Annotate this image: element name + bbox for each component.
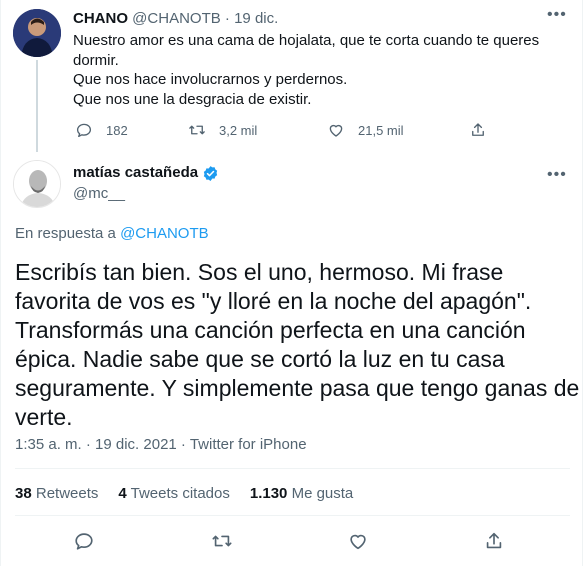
stat-label: Tweets citados [130, 485, 230, 502]
like-button[interactable]: 21,5 mil [327, 120, 404, 140]
author-handle[interactable]: @mc__ [73, 185, 125, 203]
reply-count: 182 [106, 122, 128, 138]
like-count: 21,5 mil [358, 122, 404, 138]
tweet-text-line: seguramente. Y simplemente pasa que teng… [15, 375, 580, 401]
tweet-text-line: Que nos une la desgracia de existir. [73, 90, 312, 108]
like-icon [329, 124, 343, 137]
like-button[interactable] [347, 530, 369, 552]
retweet-icon [212, 535, 232, 547]
stat-label: Me gusta [291, 485, 354, 502]
author-name[interactable]: CHANO [73, 10, 128, 27]
verified-badge-icon [203, 165, 218, 181]
share-button[interactable] [469, 120, 487, 140]
like-icon [350, 534, 366, 550]
stat-count: 38 [15, 485, 32, 502]
reply-prefix: En respuesta a [15, 225, 116, 242]
tweet-text-line: favorita de vos es "y lloré en la noche … [15, 288, 532, 314]
tweet-timestamp[interactable]: 1:35 a. m. · 19 dic. 2021 · Twitter for … [15, 436, 307, 454]
tweet-header: CHANO @CHANOTB · 19 dic. [73, 10, 278, 28]
reply-icon [76, 123, 92, 138]
retweet-count: 3,2 mil [219, 122, 258, 138]
divider [15, 515, 570, 516]
tweet-stats: 38 Retweets 4 Tweets citados 1.130 Me gu… [15, 485, 373, 503]
author-name[interactable]: matías castañeda [73, 164, 198, 182]
tweet-text-line: dormir. [73, 51, 119, 69]
author-handle[interactable]: @CHANOTB [132, 10, 221, 27]
tweet-text: Nuestro amor es una cama de hojalata, qu… [73, 31, 543, 109]
share-icon [486, 532, 502, 549]
more-icon[interactable]: ••• [547, 7, 567, 23]
stat-count: 4 [118, 485, 127, 502]
retweet-button[interactable]: 3,2 mil [188, 120, 257, 140]
avatar[interactable] [13, 160, 61, 208]
reply-icon [75, 533, 93, 550]
separator-dot: · [224, 10, 230, 27]
avatar[interactable] [13, 9, 61, 57]
thread-connector [36, 60, 38, 152]
retweets-stat[interactable]: 38 Retweets [15, 485, 98, 503]
tweet-text-line: Escribís tan bien. Sos el uno, hermoso. … [15, 259, 504, 285]
tweet-text-line: Que nos hace involucrarnos y perdernos. [73, 71, 348, 88]
stat-label: Retweets [35, 485, 99, 502]
tweet-date[interactable]: 19 dic. [234, 10, 278, 27]
divider [15, 468, 570, 469]
stat-count: 1.130 [249, 485, 288, 502]
tweet-text-line: verte. [15, 404, 73, 430]
share-button[interactable] [483, 530, 505, 552]
reply-button[interactable]: 182 [75, 120, 128, 140]
main-tweet: matías castañeda @mc__ ••• En respuesta … [1, 150, 583, 566]
more-icon[interactable]: ••• [547, 167, 567, 183]
tweet-actions: 182 3,2 mil 21,5 mil [73, 120, 503, 140]
retweet-button[interactable] [211, 530, 233, 552]
tweet-text: Escribís tan bien. Sos el uno, hermoso. … [15, 258, 580, 432]
quote-tweets-stat[interactable]: 4 Tweets citados [118, 485, 229, 503]
reply-handle-link[interactable]: @CHANOTB [120, 225, 209, 242]
share-icon [472, 123, 484, 136]
reply-context: En respuesta a @CHANOTB [15, 225, 209, 243]
tweet-text-line: épica. Nadie sabe que se cortó la luz en… [15, 346, 505, 372]
tweet-text-line: Transformás una canción perfecta en una … [15, 317, 526, 343]
reply-button[interactable] [73, 530, 95, 552]
tweet-text-line: Nuestro amor es una cama de hojalata, qu… [73, 32, 540, 49]
parent-tweet[interactable]: CHANO @CHANOTB · 19 dic. ••• Nuestro amo… [1, 0, 583, 152]
author-name-row: matías castañeda [73, 164, 219, 182]
tweet-thread: CHANO @CHANOTB · 19 dic. ••• Nuestro amo… [0, 0, 583, 566]
tweet-actions [1, 530, 583, 554]
retweet-icon [189, 125, 205, 135]
likes-stat[interactable]: 1.130 Me gusta [250, 485, 353, 503]
